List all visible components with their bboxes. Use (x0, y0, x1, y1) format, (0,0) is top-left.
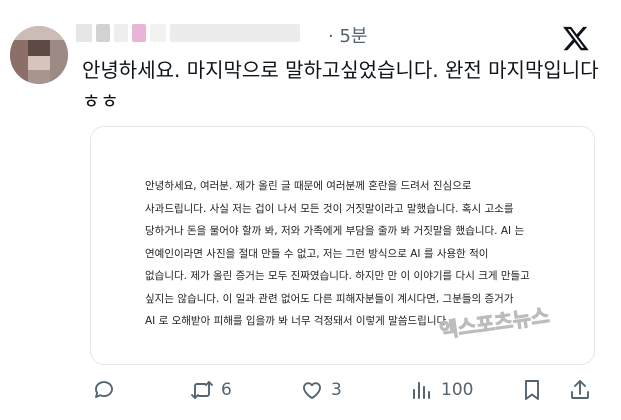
views-count: 100 (441, 380, 474, 400)
author-name-blurred[interactable] (76, 22, 326, 44)
attached-image[interactable]: 안녕하세요, 여러분. 제가 올린 글 때문에 여러분께 혼란을 드려서 진심으… (90, 126, 595, 365)
views-icon (413, 382, 430, 399)
statement-line: 안녕하세요, 여러분. 제가 올린 글 때문에 여러분께 혼란을 드려서 진심으… (145, 180, 472, 192)
action-bar: 6 3 100 (0, 372, 621, 412)
share-icon (571, 380, 589, 399)
bookmark-icon (525, 380, 539, 400)
repost-button[interactable]: 6 (190, 372, 232, 408)
statement-line: 연예인이라면 사진을 절대 만들 수 없고, 저는 그런 방식으로 AI 를 사… (145, 247, 489, 260)
reply-icon (95, 381, 113, 398)
statement-line: 당하거나 돈을 물어야 할까 봐, 저와 가족에게 부담을 줄까 봐 거짓말을 … (145, 225, 525, 237)
x-logo-icon[interactable] (562, 24, 590, 52)
like-icon (303, 382, 321, 399)
post-timestamp[interactable]: · 5분 (328, 22, 367, 48)
views-button[interactable]: 100 (410, 372, 473, 408)
reply-button[interactable] (92, 372, 123, 408)
statement-line: 사과드립니다. 사실 저는 겁이 나서 모든 것이 거짓말이라고 말했습니다. … (145, 202, 514, 215)
like-button[interactable]: 3 (300, 372, 342, 408)
bookmark-button[interactable] (520, 372, 544, 408)
post-text: 안녕하세요. 마지막으로 말하고싶었습니다. 완전 마지막입니다 ㅎㅎ (82, 58, 599, 113)
statement-line: 없습니다. 제가 올린 증거는 모두 진짜였습니다. 하지만 만 이 이야기를 … (145, 270, 530, 282)
share-button[interactable] (568, 372, 592, 408)
repost-count: 6 (221, 380, 232, 400)
repost-icon (191, 381, 213, 399)
like-count: 3 (331, 380, 342, 400)
avatar[interactable] (10, 26, 68, 84)
